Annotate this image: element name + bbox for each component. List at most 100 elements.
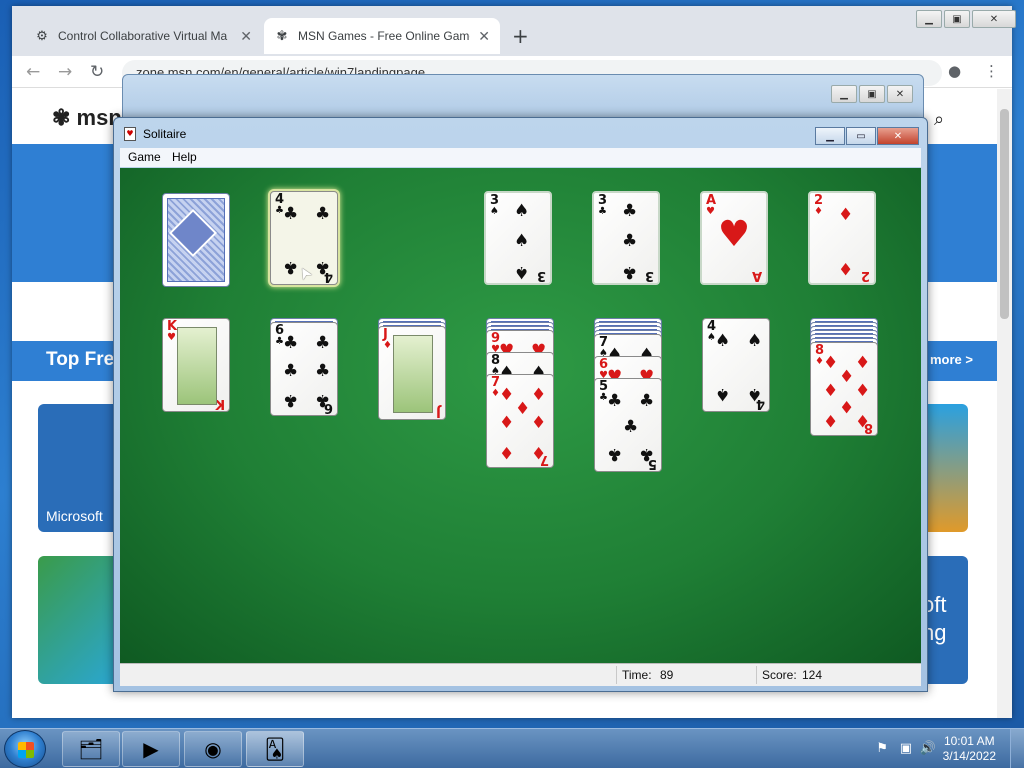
card-pip: ♣	[315, 361, 331, 381]
close-button[interactable]: ✕	[972, 10, 1016, 28]
minimize-button[interactable]: ▁	[815, 127, 845, 145]
msn-logo[interactable]: ✾ msn	[52, 105, 122, 131]
card-pip: ♣	[607, 444, 623, 464]
maximize-button[interactable]: ▣	[859, 85, 885, 103]
time-value: 89	[660, 668, 674, 682]
card-suit: ♣	[598, 206, 607, 217]
card-pip: ♣	[639, 391, 655, 411]
reload-icon[interactable]: ↻	[90, 62, 104, 82]
new-tab-button[interactable]: +	[512, 24, 529, 48]
card-pip: ♦	[823, 410, 839, 430]
card-suit: ♦	[814, 206, 823, 217]
card-pip: ♣	[315, 333, 331, 353]
more-link[interactable]: more >	[930, 352, 973, 367]
back-arrow-icon[interactable]: ←	[26, 62, 40, 82]
tableau-2-card[interactable]: 6 ♣ 6 ♣ ♣ ♣ ♣ ♣ ♣	[270, 322, 338, 416]
card-pip: ♦	[531, 385, 547, 405]
card-pip: ♣	[315, 204, 331, 224]
card-rank-bottom: 3	[536, 268, 546, 283]
explorer-icon[interactable]: 🗂	[62, 731, 120, 767]
solitaire-icon[interactable]: 🂡	[246, 731, 304, 767]
browser-tab-bar: ⚙ Control Collaborative Virtual Ma ✕ ✾ M…	[12, 6, 1016, 56]
card-pip: ♣	[622, 231, 638, 251]
scroll-thumb[interactable]	[1000, 109, 1009, 319]
foundation-2[interactable]: 3 ♣ 3 ♣ ♣ ♣	[592, 191, 660, 285]
start-button[interactable]	[4, 730, 46, 768]
card-pip: ♣	[283, 390, 299, 410]
show-desktop-button[interactable]	[1010, 729, 1024, 768]
card-pip: ♦	[838, 205, 854, 225]
solitaire-titlebar[interactable]: ♥ Solitaire ▁ ▭ ✕	[114, 118, 927, 148]
chrome-icon[interactable]: ◉	[184, 731, 242, 767]
network-icon[interactable]: ▣	[900, 741, 912, 756]
solitaire-window: ♥ Solitaire ▁ ▭ ✕ Game Help 4 ♣ 4 ♣ ♣ ♣ ♣ 3 ♠ 3 ♠ ♠…	[113, 117, 928, 692]
card-pip: ♣	[622, 201, 638, 221]
volume-icon[interactable]: 🔊	[920, 741, 936, 756]
taskbar: 🗂 ▶ ◉ 🂡 ⚑ ▣ 🔊 10:01 AM 3/14/2022	[0, 728, 1024, 768]
card-rank-bottom: 2	[860, 268, 870, 283]
page-scrollbar[interactable]	[997, 89, 1012, 718]
search-icon[interactable]: ⌕	[934, 109, 944, 130]
close-tab-icon[interactable]: ✕	[478, 28, 490, 45]
clock[interactable]: 10:01 AM 3/14/2022	[943, 734, 996, 764]
solitaire-app-icon[interactable]: ♥	[124, 127, 136, 141]
tableau-7-card[interactable]: 8 ♦ 8 ♦ ♦ ♦ ♦ ♦ ♦ ♦ ♦	[810, 342, 878, 436]
card-pip: ♣	[315, 257, 331, 277]
solitaire-window-controls: ▁ ▭ ✕	[815, 127, 919, 145]
card-pip: ♣	[623, 417, 639, 437]
tab-title: MSN Games - Free Online Games	[298, 29, 471, 43]
maximize-button[interactable]: ▣	[944, 10, 970, 28]
card-pip: ♥	[717, 214, 751, 255]
card-pip: ♣	[607, 391, 623, 411]
tableau-1-card[interactable]: K ♥ K	[162, 318, 230, 412]
menu-bar: Game Help	[120, 148, 921, 167]
card-pip: ♠	[747, 384, 763, 404]
card-pip: ♣	[283, 204, 299, 224]
card-pip: ♣	[283, 333, 299, 353]
minimize-button[interactable]: ▁	[831, 85, 857, 103]
foundation-3[interactable]: A ♥ A ♥	[700, 191, 768, 285]
tile-caption: Microsoft	[46, 508, 103, 524]
close-tab-icon[interactable]: ✕	[240, 28, 252, 45]
media-player-icon[interactable]: ▶	[122, 731, 180, 767]
minimize-button[interactable]: ▁	[916, 10, 942, 28]
card-pip: ♦	[855, 353, 871, 373]
card-pip: ♣	[283, 361, 299, 381]
profile-icon[interactable]: ●	[948, 62, 961, 80]
background-window-controls: ▁ ▣ ✕	[831, 85, 913, 103]
msn-butterfly-icon: ✾	[276, 28, 288, 43]
card-pip: ♦	[839, 396, 855, 416]
foundation-4[interactable]: 2 ♦ 2 ♦ ♦	[808, 191, 876, 285]
card-pip: ♣	[639, 444, 655, 464]
close-button[interactable]: ✕	[877, 127, 919, 145]
action-center-flag-icon[interactable]: ⚑	[876, 741, 888, 756]
tab-title: Control Collaborative Virtual Ma	[58, 29, 228, 43]
card-pip: ♦	[838, 258, 854, 278]
card-rank-bottom: A	[751, 268, 762, 283]
card-pip: ♦	[499, 413, 515, 433]
card-pip: ♣	[622, 262, 638, 282]
foundation-1[interactable]: 3 ♠ 3 ♠ ♠ ♠	[484, 191, 552, 285]
card-pip: ♦	[531, 442, 547, 462]
card-pip: ♦	[855, 410, 871, 430]
section-title: Top Fre	[46, 349, 115, 370]
card-pip: ♦	[855, 381, 871, 401]
card-rank-bottom: J	[436, 404, 441, 419]
menu-help[interactable]: Help	[172, 150, 197, 164]
card-pip: ♦	[823, 353, 839, 373]
face-card-art	[177, 327, 217, 405]
tableau-4-card[interactable]: 7 ♦ 7 ♦ ♦ ♦ ♦ ♦ ♦ ♦	[486, 374, 554, 468]
clock-date: 3/14/2022	[942, 749, 996, 763]
menu-game[interactable]: Game	[128, 150, 161, 164]
tableau-5-card[interactable]: 5 ♣ 5 ♣ ♣ ♣ ♣ ♣	[594, 378, 662, 472]
forward-arrow-icon[interactable]: →	[58, 62, 72, 82]
close-button[interactable]: ✕	[887, 85, 913, 103]
menu-kebab-icon[interactable]: ⋮	[984, 62, 999, 80]
tab-control-collaborative[interactable]: ⚙ Control Collaborative Virtual Ma ✕	[24, 18, 262, 54]
maximize-button[interactable]: ▭	[846, 127, 876, 145]
tableau-6-card[interactable]: 4 ♠ 4 ♠ ♠ ♠ ♠	[702, 318, 770, 412]
tableau-3-card[interactable]: J ♦ J	[378, 326, 446, 420]
stock-pile[interactable]	[162, 193, 230, 287]
time-label: Time:	[622, 668, 652, 682]
tab-msn-games[interactable]: ✾ MSN Games - Free Online Games ✕	[264, 18, 500, 54]
